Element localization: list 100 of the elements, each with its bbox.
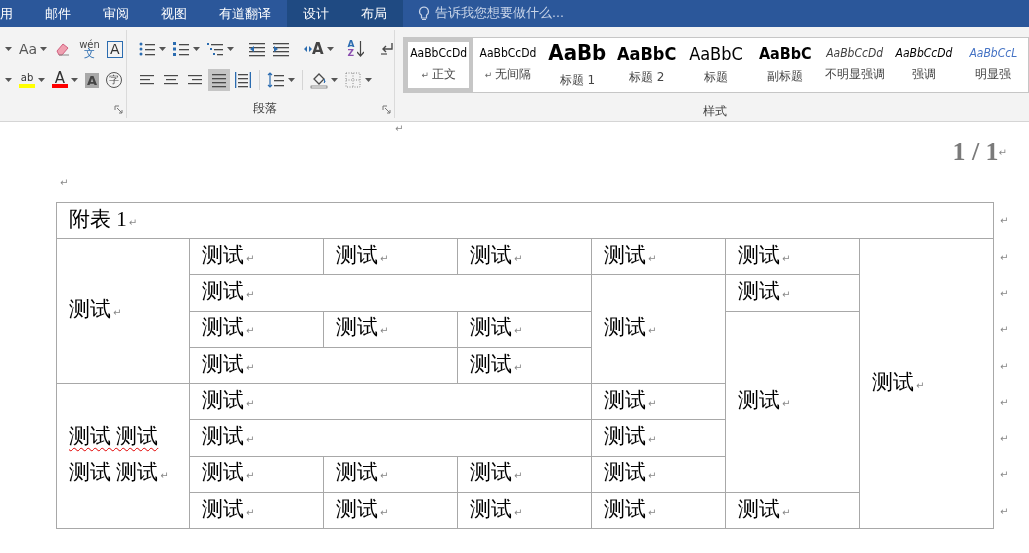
- caret-icon[interactable]: [38, 78, 45, 82]
- table-cell-text: 测试: [202, 423, 244, 451]
- cell-mark: ↵: [160, 469, 169, 484]
- table-cell-text: 测试 测试: [69, 459, 159, 487]
- ribbon-tab[interactable]: 视图: [145, 0, 203, 27]
- cell-mark: ↵: [648, 505, 657, 520]
- style-option[interactable]: AaBbCcDd ↵ 正文: [404, 38, 474, 92]
- cell-mark: ↵: [648, 396, 657, 411]
- table-cell-text: 测试 测试: [69, 423, 159, 451]
- table-cell-text: 测试: [470, 495, 512, 523]
- table-cell-text: 测试: [738, 495, 780, 523]
- caret-icon[interactable]: [40, 47, 48, 51]
- table-cell-text: 测试: [604, 459, 646, 487]
- decrease-indent-icon: [248, 40, 266, 58]
- cell-mark: ↵: [380, 469, 389, 484]
- cell-mark: ↵: [246, 360, 255, 375]
- lightbulb-icon: [417, 6, 431, 21]
- caret-icon[interactable]: [326, 47, 334, 51]
- table-cell-text: 测试: [470, 350, 512, 378]
- cell-mark: ↵: [246, 396, 255, 411]
- table-cell-text: 测试: [336, 459, 378, 487]
- row-end-mark: ↵: [1000, 324, 1009, 336]
- style-option[interactable]: AaBbC 标题 2: [612, 38, 682, 92]
- table-cell-text: 测试: [336, 495, 378, 523]
- caret-icon[interactable]: [5, 47, 12, 51]
- asian-layout-button[interactable]: A: [304, 41, 324, 57]
- table-cell-text: 测试: [202, 350, 244, 378]
- ribbon-tab[interactable]: 用: [0, 0, 29, 27]
- cell-mark: ↵: [246, 505, 255, 520]
- ribbon-tab[interactable]: 有道翻译: [203, 0, 287, 27]
- ribbon-tab[interactable]: 布局: [345, 0, 403, 27]
- cell-mark: ↵: [246, 287, 255, 302]
- cell-mark: ↵: [514, 360, 523, 375]
- page-number: 1 / 1: [952, 137, 999, 167]
- cell-mark: ↵: [514, 324, 523, 339]
- ribbon-tab[interactable]: 邮件: [29, 0, 87, 27]
- table-cell-text: 测试: [202, 495, 244, 523]
- group-label: 样式: [703, 103, 727, 118]
- row-end-mark: ↵: [1000, 505, 1009, 517]
- cell-mark: ↵: [246, 469, 255, 484]
- caret-icon[interactable]: [71, 78, 78, 82]
- character-shading-button[interactable]: A: [85, 72, 99, 88]
- row-end-mark: ↵: [1000, 433, 1009, 445]
- distributed-icon: [234, 71, 252, 89]
- table-cell-text: 测试: [738, 386, 780, 414]
- down-arrow-icon: [356, 41, 364, 57]
- sort-button[interactable]: A Z: [347, 40, 364, 58]
- cell-mark: ↵: [128, 215, 138, 230]
- font-color-button[interactable]: A: [52, 72, 68, 88]
- change-case-button[interactable]: Aa: [19, 42, 38, 56]
- numbered-list-icon: [172, 40, 190, 58]
- alignment-button[interactable]: [208, 69, 230, 91]
- caret-icon[interactable]: [365, 78, 372, 82]
- table-cell-text: 测试: [872, 368, 914, 396]
- ribbon-tab[interactable]: 审阅: [87, 0, 145, 27]
- style-option[interactable]: AaBbCcL 明显强: [958, 38, 1028, 92]
- style-option[interactable]: AaBb 标题 1: [542, 38, 612, 92]
- alignment-button[interactable]: [232, 69, 254, 91]
- caret-icon[interactable]: [5, 78, 12, 82]
- row-end-mark: ↵: [1000, 469, 1009, 481]
- cell-mark: ↵: [648, 324, 657, 339]
- cell-mark: ↵: [782, 287, 791, 302]
- table-cell-text: 测试: [69, 296, 111, 324]
- table-cell-text: 测试: [202, 386, 244, 414]
- caret-icon[interactable]: [193, 47, 200, 51]
- style-option[interactable]: AaBbCcDd ↵ 无间隔: [473, 38, 543, 92]
- caret-icon[interactable]: [288, 78, 295, 82]
- bullet-list-icon: [138, 40, 156, 58]
- cell-mark: ↵: [380, 324, 389, 339]
- cell-mark: ↵: [246, 433, 255, 448]
- paragraph-mark: ↵: [998, 146, 1007, 158]
- table-cell-text: 测试: [202, 459, 244, 487]
- row-end-mark: ↵: [1000, 360, 1009, 372]
- ribbon-tab[interactable]: 设计: [287, 0, 345, 27]
- highlight-color-button[interactable]: ab: [19, 72, 35, 88]
- cell-mark: ↵: [380, 251, 389, 266]
- borders-icon: [344, 71, 362, 89]
- cell-mark: ↵: [514, 469, 523, 484]
- table-title: 附表 1: [69, 205, 127, 233]
- style-option[interactable]: AaBbCcDd 不明显强调: [819, 38, 890, 92]
- table-cell-text: 测试: [470, 314, 512, 342]
- phonetic-guide-button[interactable]: wén 文: [79, 40, 100, 58]
- caret-icon[interactable]: [227, 47, 234, 51]
- tell-me-field[interactable]: 告诉我您想要做什么...: [435, 5, 564, 22]
- caret-icon[interactable]: [331, 78, 338, 82]
- character-border-button[interactable]: A: [106, 40, 123, 58]
- caret-icon[interactable]: [159, 47, 166, 51]
- cell-mark: ↵: [782, 251, 791, 266]
- table-cell-text: 测试: [470, 241, 512, 269]
- cell-mark: ↵: [648, 251, 657, 266]
- row-end-mark: ↵: [1000, 396, 1009, 408]
- line-spacing-icon: [267, 71, 285, 89]
- style-option[interactable]: AaBbC 副标题: [750, 38, 820, 92]
- dialog-launcher-icon: [114, 105, 123, 114]
- cell-mark: ↵: [113, 306, 122, 321]
- cell-mark: ↵: [246, 324, 255, 339]
- style-option[interactable]: AaBbCcDd 强调: [889, 38, 959, 92]
- cell-mark: ↵: [380, 505, 389, 520]
- cell-mark: ↵: [246, 251, 255, 266]
- style-option[interactable]: AaBbC 标题: [681, 38, 751, 92]
